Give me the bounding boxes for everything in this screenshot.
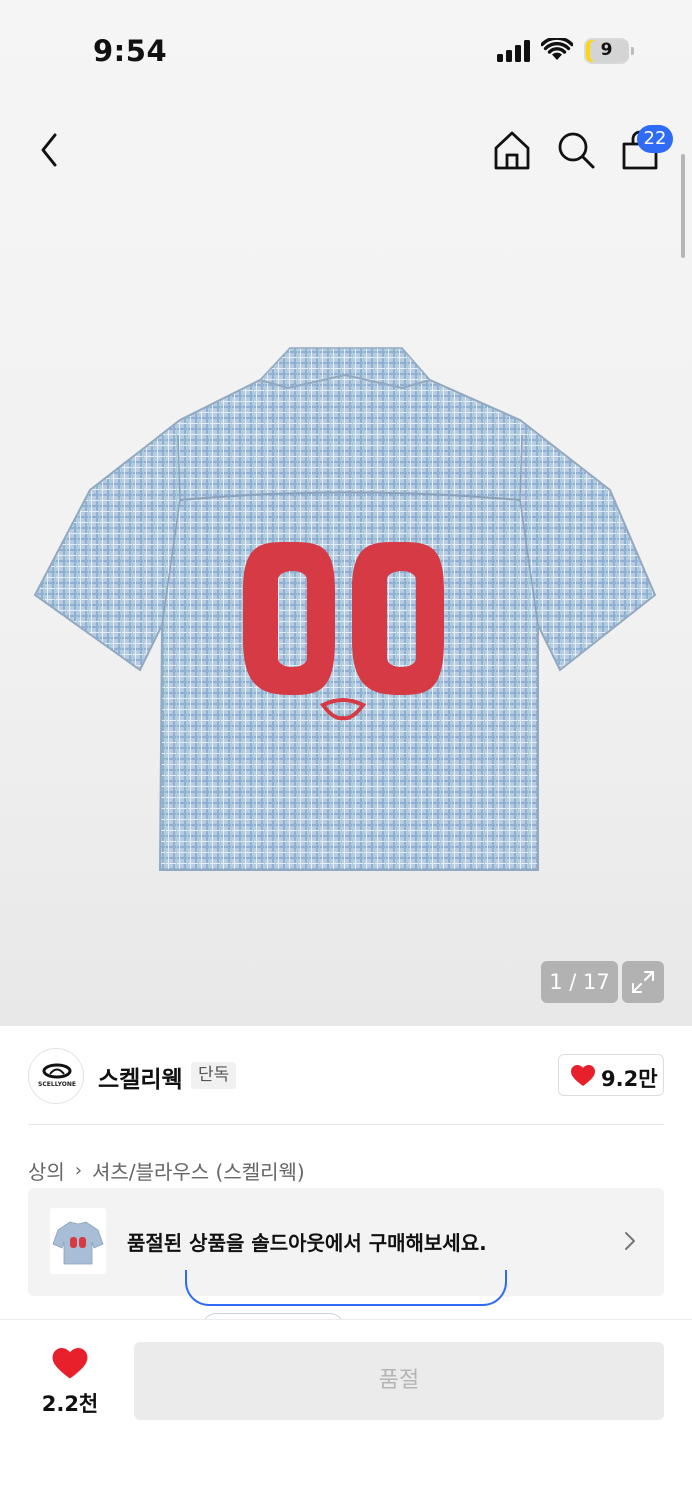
product-thumbnail bbox=[50, 1208, 106, 1274]
breadcrumb: 상의 › 셔츠/블라우스 (스켈리웩) bbox=[28, 1156, 305, 1184]
divider bbox=[28, 1124, 664, 1125]
back-icon[interactable] bbox=[28, 128, 72, 172]
brand-logo[interactable]: SCELLYONE bbox=[28, 1048, 84, 1104]
scrollbar[interactable] bbox=[681, 154, 685, 258]
expand-icon[interactable] bbox=[622, 961, 664, 1003]
signal-icon bbox=[497, 40, 531, 62]
gallery-counter: 1 / 17 bbox=[541, 961, 618, 1003]
soldout-banner-text: 품절된 상품을 솔드아웃에서 구매해보세요. bbox=[127, 1231, 487, 1255]
heart-icon bbox=[52, 1348, 88, 1379]
breadcrumb-category[interactable]: 상의 bbox=[28, 1156, 65, 1185]
exclusive-badge: 단독 bbox=[191, 1062, 237, 1089]
soldout-button[interactable]: 품절 bbox=[134, 1342, 664, 1420]
breadcrumb-subcategory[interactable]: 셔츠/블라우스 (스켈리웩) bbox=[92, 1156, 305, 1185]
cart-count-badge: 22 bbox=[637, 125, 673, 153]
search-icon[interactable] bbox=[554, 128, 598, 172]
chevron-right-icon bbox=[625, 1232, 635, 1250]
brand-like-count: 9.2만 bbox=[601, 1067, 658, 1091]
brand-name[interactable]: 스켈리웩 bbox=[98, 1060, 183, 1094]
wifi-icon bbox=[541, 38, 573, 60]
bottom-action-bar: 2.2천 품절 bbox=[0, 1319, 692, 1500]
favorite-count: 2.2천 bbox=[41, 1392, 99, 1416]
home-icon[interactable] bbox=[490, 128, 534, 172]
brand-logo-text: SCELLYONE bbox=[38, 1081, 76, 1088]
peek-element bbox=[185, 1270, 507, 1306]
product-image bbox=[33, 347, 657, 871]
battery-level: 9 bbox=[600, 40, 613, 60]
brand-logo-mark bbox=[42, 1063, 72, 1079]
brand-row: SCELLYONE 스켈리웩 단독 9.2만 bbox=[28, 1046, 664, 1104]
brand-like-button[interactable]: 9.2만 bbox=[558, 1054, 664, 1096]
favorite-button[interactable]: 2.2천 bbox=[36, 1348, 104, 1418]
heart-icon bbox=[571, 1065, 595, 1086]
top-navigation bbox=[0, 128, 692, 172]
product-image-gallery[interactable]: 9:54 9 22 1 / 17 bbox=[0, 0, 692, 1026]
battery-icon: 9 bbox=[584, 38, 634, 64]
chevron-right-icon: › bbox=[74, 1159, 83, 1181]
status-bar: 9:54 9 bbox=[0, 0, 692, 100]
status-time: 9:54 bbox=[93, 34, 168, 68]
